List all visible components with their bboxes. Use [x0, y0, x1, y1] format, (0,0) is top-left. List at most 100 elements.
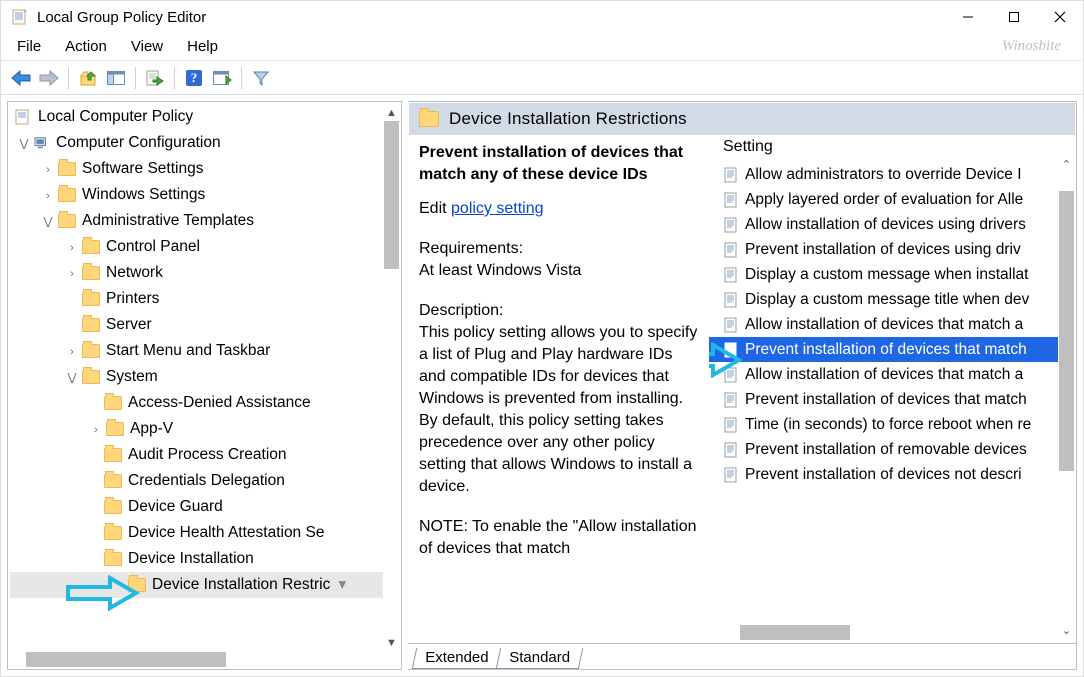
tree-startmenu[interactable]: ›Start Menu and Taskbar	[10, 338, 399, 364]
tree-access-denied[interactable]: Access-Denied Assistance	[10, 390, 399, 416]
minimize-button[interactable]	[945, 1, 991, 33]
up-level-button[interactable]	[74, 65, 102, 91]
setting-row[interactable]: Prevent installation of devices not desc…	[709, 462, 1075, 487]
export-list-button[interactable]	[141, 65, 169, 91]
tree-printers[interactable]: Printers	[10, 286, 399, 312]
tree-device-guard[interactable]: Device Guard	[10, 494, 399, 520]
properties-button[interactable]	[208, 65, 236, 91]
tab-standard[interactable]: Standard	[496, 648, 583, 669]
list-hscrollbar[interactable]	[723, 624, 1057, 641]
tree-system[interactable]: ⋁System	[10, 364, 399, 390]
setting-row[interactable]: Display a custom message title when dev	[709, 287, 1075, 312]
list-hthumb[interactable]	[740, 625, 850, 640]
titlebar[interactable]: Local Group Policy Editor	[1, 1, 1083, 33]
folder-icon	[419, 111, 439, 127]
folder-icon	[82, 318, 100, 332]
chevron-down-icon: ▾	[338, 572, 346, 598]
details-pane: Device Installation Restrictions Prevent…	[408, 101, 1077, 670]
menu-help[interactable]: Help	[175, 35, 230, 58]
tree-windows-settings[interactable]: ›Windows Settings	[10, 182, 399, 208]
forward-button[interactable]	[35, 65, 63, 91]
policy-item-icon	[723, 267, 739, 283]
tree-vscrollbar[interactable]: ▲ ▼	[383, 104, 400, 651]
expander-icon[interactable]: ›	[90, 417, 102, 443]
expander-icon[interactable]: ⋁	[18, 131, 30, 157]
folder-icon	[82, 370, 100, 384]
setting-row[interactable]: Prevent installation of devices using dr…	[709, 237, 1075, 262]
setting-label: Prevent installation of removable device…	[745, 441, 1027, 459]
policy-item-icon	[723, 392, 739, 408]
tree-credentials[interactable]: Credentials Delegation	[10, 468, 399, 494]
description-note: NOTE: To enable the "Allow installation …	[419, 516, 703, 560]
expander-icon[interactable]: ›	[66, 261, 78, 287]
show-hide-tree-button[interactable]	[102, 65, 130, 91]
tree-computer-config[interactable]: ⋁ Computer Configuration	[10, 130, 399, 156]
expander-icon[interactable]: ›	[42, 157, 54, 183]
tree-network[interactable]: ›Network	[10, 260, 399, 286]
tree-pane: Local Computer Policy ⋁ Computer Configu…	[7, 101, 402, 670]
setting-row[interactable]: Prevent installation of removable device…	[709, 437, 1075, 462]
list-vscrollbar[interactable]: ⌃ ⌄	[1058, 156, 1075, 639]
tab-extended[interactable]: Extended	[412, 648, 502, 669]
tree-root[interactable]: Local Computer Policy	[10, 104, 399, 130]
tree-hscrollbar[interactable]	[9, 651, 383, 668]
tree-device-health[interactable]: Device Health Attestation Se	[10, 520, 399, 546]
folder-icon	[58, 214, 76, 228]
maximize-button[interactable]	[991, 1, 1037, 33]
edit-policy-link[interactable]: policy setting	[451, 200, 544, 217]
tree-audit-process[interactable]: Audit Process Creation	[10, 442, 399, 468]
expander-icon[interactable]: ⋁	[42, 209, 54, 235]
setting-row[interactable]: Time (in seconds) to force reboot when r…	[709, 412, 1075, 437]
policy-item-icon	[723, 442, 739, 458]
setting-row[interactable]: Apply layered order of evaluation for Al…	[709, 187, 1075, 212]
column-setting[interactable]: Setting	[709, 136, 1075, 162]
menu-file[interactable]: File	[5, 35, 53, 58]
menu-view[interactable]: View	[119, 35, 175, 58]
annotation-arrow-list	[709, 342, 743, 378]
view-tabs: Extended Standard	[408, 643, 1076, 669]
scroll-up-icon[interactable]: ⌃	[1058, 156, 1075, 173]
setting-label: Allow installation of devices that match…	[745, 316, 1023, 334]
nav-tree[interactable]: Local Computer Policy ⋁ Computer Configu…	[8, 102, 401, 600]
setting-label: Time (in seconds) to force reboot when r…	[745, 416, 1031, 434]
list-vthumb[interactable]	[1059, 191, 1074, 471]
scroll-down-icon[interactable]: ⌄	[1058, 622, 1075, 639]
tree-app-v[interactable]: ›App-V	[10, 416, 399, 442]
setting-row[interactable]: Prevent installation of devices that mat…	[709, 387, 1075, 412]
tree-admin-templates[interactable]: ⋁Administrative Templates	[10, 208, 399, 234]
policy-item-icon	[723, 217, 739, 233]
filter-button[interactable]	[247, 65, 275, 91]
tree-hthumb[interactable]	[26, 652, 226, 667]
setting-row[interactable]: Allow installation of devices that match…	[709, 362, 1075, 387]
tree-device-install[interactable]: Device Installation	[10, 546, 399, 572]
help-button[interactable]: ?	[180, 65, 208, 91]
setting-label: Display a custom message title when dev	[745, 291, 1029, 309]
menu-action[interactable]: Action	[53, 35, 119, 58]
close-button[interactable]	[1037, 1, 1083, 33]
tree-server[interactable]: Server	[10, 312, 399, 338]
expander-icon[interactable]: ›	[66, 235, 78, 261]
folder-icon	[104, 500, 122, 514]
folder-icon	[104, 552, 122, 566]
setting-row[interactable]: Allow installation of devices that match…	[709, 312, 1075, 337]
back-button[interactable]	[7, 65, 35, 91]
setting-label: Apply layered order of evaluation for Al…	[745, 191, 1023, 209]
expander-icon[interactable]: ›	[42, 183, 54, 209]
expander-icon[interactable]: ›	[66, 339, 78, 365]
expander-icon[interactable]: ⋁	[66, 365, 78, 391]
tree-control-panel[interactable]: ›Control Panel	[10, 234, 399, 260]
setting-row[interactable]: Allow installation of devices using driv…	[709, 212, 1075, 237]
edit-policy-row: Edit policy setting	[419, 198, 703, 220]
folder-icon	[104, 396, 122, 410]
policy-item-icon	[723, 167, 739, 183]
annotation-arrow-tree	[64, 575, 140, 611]
setting-row[interactable]: Display a custom message when installat	[709, 262, 1075, 287]
policy-item-icon	[723, 292, 739, 308]
policy-item-icon	[723, 317, 739, 333]
setting-row[interactable]: Allow administrators to override Device …	[709, 162, 1075, 187]
tree-software-settings[interactable]: ›Software Settings	[10, 156, 399, 182]
svg-text:?: ?	[191, 70, 198, 85]
settings-list[interactable]: Setting Allow administrators to override…	[709, 136, 1075, 643]
tree-vthumb[interactable]	[384, 121, 399, 269]
setting-row[interactable]: Prevent installation of devices that mat…	[709, 337, 1075, 362]
